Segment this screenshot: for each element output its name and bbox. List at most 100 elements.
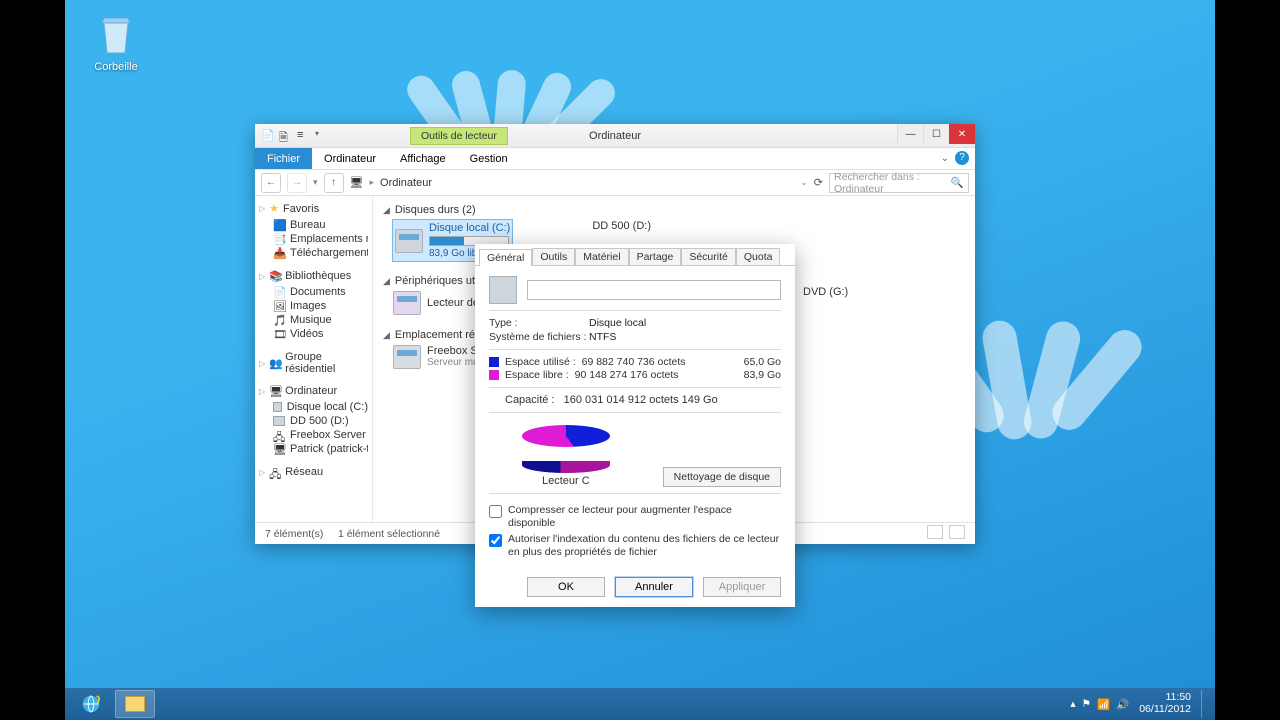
tab-tools[interactable]: Outils: [532, 248, 575, 265]
tray-up-icon[interactable]: ▴: [1070, 698, 1075, 710]
nav-forward-button[interactable]: →: [287, 173, 307, 193]
titlebar[interactable]: 📄 🗎 ≡ ▾ Outils de lecteur Ordinateur — ☐…: [255, 124, 975, 148]
tab-security[interactable]: Sécurité: [681, 248, 736, 265]
compress-checkbox[interactable]: Compresser ce lecteur pour augmenter l'e…: [489, 504, 781, 530]
free-bytes: 90 148 274 176 octets: [575, 369, 695, 381]
nav-history-icon[interactable]: ▾: [313, 177, 318, 188]
used-label: Espace utilisé :: [505, 356, 576, 368]
computer-icon: 🖥: [350, 176, 364, 189]
tab-general[interactable]: Général: [479, 249, 532, 266]
tray-flag-icon[interactable]: ⚑: [1082, 698, 1091, 710]
capacity-size: 149 Go: [682, 394, 718, 406]
tab-hardware[interactable]: Matériel: [575, 248, 628, 265]
drive-icon: [489, 276, 517, 304]
type-label: Type :: [489, 317, 589, 329]
ribbon-tab-manage[interactable]: Gestion: [458, 148, 520, 169]
show-desktop-button[interactable]: [1201, 690, 1209, 718]
help-icon[interactable]: ?: [955, 151, 969, 165]
nav-item-recent[interactable]: 📑Emplacements récen: [259, 232, 368, 246]
properties-tabs: Général Outils Matériel Partage Sécurité…: [475, 244, 795, 266]
nav-item-disk-d[interactable]: DD 500 (D:): [259, 414, 368, 428]
tab-quota[interactable]: Quota: [736, 248, 781, 265]
properties-dialog: Général Outils Matériel Partage Sécurité…: [475, 244, 795, 607]
address-bar: ← → ▾ ↑ 🖥 ▸ Ordinateur ⌄ ⟳ Rechercher da…: [255, 170, 975, 196]
free-label: Espace libre :: [505, 369, 569, 381]
ribbon-tab-file[interactable]: Fichier: [255, 148, 312, 169]
cancel-button[interactable]: Annuler: [615, 577, 693, 597]
apply-button[interactable]: Appliquer: [703, 577, 781, 597]
free-color-swatch: [489, 370, 499, 380]
nav-group-libraries[interactable]: ▷📚Bibliothèques: [259, 270, 368, 282]
ribbon-tab-view[interactable]: Affichage: [388, 148, 458, 169]
taskbar-explorer-button[interactable]: [115, 690, 155, 718]
search-icon: 🔍: [951, 176, 964, 189]
folder-icon: [125, 696, 145, 712]
recycle-bin[interactable]: Corbeille: [85, 15, 147, 73]
usage-pie-chart: [522, 425, 610, 471]
qat-icon[interactable]: 🗎: [279, 129, 293, 143]
view-details-button[interactable]: [927, 525, 943, 539]
free-size: 83,9 Go: [744, 369, 781, 381]
refresh-icon[interactable]: ⟳: [814, 176, 823, 189]
qat-icon[interactable]: ≡: [297, 129, 311, 143]
nav-up-button[interactable]: ↑: [324, 173, 344, 193]
nav-item-patrick[interactable]: 🖥Patrick (patrick-tosh: [259, 442, 368, 456]
ribbon: Fichier Ordinateur Affichage Gestion ⌄ ?: [255, 148, 975, 170]
nav-item-desktop[interactable]: 🟦Bureau: [259, 218, 368, 232]
qat-icon[interactable]: 📄: [261, 129, 275, 143]
nav-back-button[interactable]: ←: [261, 173, 281, 193]
section-hard-disks[interactable]: ◢Disques durs (2): [383, 204, 965, 216]
nav-item-downloads[interactable]: 📥Téléchargements: [259, 246, 368, 260]
nav-group-network[interactable]: ▷🖧Réseau: [259, 466, 368, 478]
capacity-bytes: 160 031 014 912 octets: [564, 394, 679, 406]
nav-item-documents[interactable]: 📄Documents: [259, 285, 368, 299]
clock-date: 06/11/2012: [1139, 704, 1191, 716]
recycle-bin-label: Corbeille: [85, 61, 147, 73]
used-bytes: 69 882 740 736 octets: [582, 356, 702, 368]
nav-item-videos[interactable]: 🎞Vidéos: [259, 327, 368, 341]
drive-caption: Lecteur C: [489, 475, 643, 487]
nav-item-freebox[interactable]: 🖧Freebox Server: [259, 428, 368, 442]
index-checkbox[interactable]: Autoriser l'indexation du contenu des fi…: [489, 533, 781, 559]
tray-volume-icon[interactable]: 🔊: [1116, 698, 1129, 711]
drive-c-label: Disque local (C:): [429, 222, 510, 234]
search-placeholder: Rechercher dans : Ordinateur: [834, 171, 951, 195]
window-title: Ordinateur: [589, 130, 641, 142]
ok-button[interactable]: OK: [527, 577, 605, 597]
drive-icon: [395, 229, 423, 253]
nav-item-disk-c[interactable]: Disque local (C:): [259, 400, 368, 414]
taskbar-clock[interactable]: 11:50 06/11/2012: [1139, 692, 1191, 715]
taskbar: ▴ ⚑ 📶 🔊 11:50 06/11/2012: [65, 688, 1215, 720]
disk-cleanup-button[interactable]: Nettoyage de disque: [663, 467, 781, 487]
recycle-bin-icon: [96, 15, 136, 57]
drive-d-label: DD 500 (D:): [592, 220, 651, 232]
maximize-button[interactable]: ☐: [923, 124, 949, 144]
drive-dvd-label[interactable]: DVD (G:): [803, 286, 848, 298]
status-count: 7 élément(s): [265, 528, 323, 540]
nav-group-favorites[interactable]: ▷★Favoris: [259, 202, 368, 215]
drive-label-input[interactable]: [527, 280, 781, 300]
nav-group-homegroup[interactable]: ▷👥Groupe résidentiel: [259, 351, 368, 375]
used-size: 65,0 Go: [744, 356, 781, 368]
ribbon-collapse-icon[interactable]: ⌄: [941, 153, 949, 164]
fs-label: Système de fichiers :: [489, 331, 589, 343]
nav-item-music[interactable]: 🎵Musique: [259, 313, 368, 327]
breadcrumb-dropdown-icon[interactable]: ⌄: [800, 177, 808, 188]
tray-network-icon[interactable]: 📶: [1097, 698, 1110, 711]
qat-dropdown-icon[interactable]: ▾: [315, 129, 329, 143]
drive-d[interactable]: DD 500 (D:): [592, 220, 651, 232]
tab-sharing[interactable]: Partage: [629, 248, 682, 265]
capacity-label: Capacité :: [505, 394, 555, 406]
type-value: Disque local: [589, 317, 781, 329]
breadcrumb[interactable]: Ordinateur: [380, 177, 432, 189]
search-input[interactable]: Rechercher dans : Ordinateur 🔍: [829, 173, 969, 193]
contextual-tab-drive-tools[interactable]: Outils de lecteur: [410, 127, 508, 145]
nav-item-images[interactable]: 🖼Images: [259, 299, 368, 313]
taskbar-ie-button[interactable]: [71, 690, 111, 718]
view-tiles-button[interactable]: [949, 525, 965, 539]
nav-group-computer[interactable]: ▷🖥Ordinateur: [259, 385, 368, 397]
minimize-button[interactable]: —: [897, 124, 923, 144]
close-button[interactable]: ✕: [949, 124, 975, 144]
optical-drive-icon: [393, 291, 421, 315]
ribbon-tab-computer[interactable]: Ordinateur: [312, 148, 388, 169]
